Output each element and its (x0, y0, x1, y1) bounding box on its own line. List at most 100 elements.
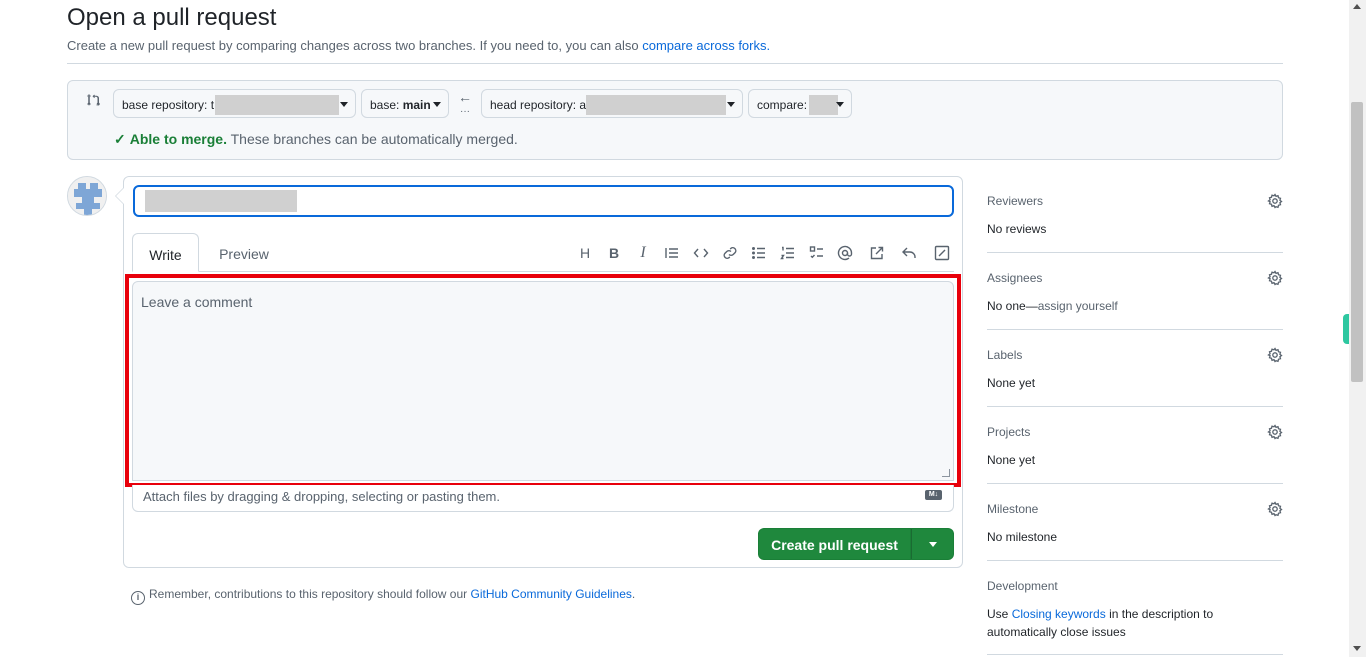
gear-icon[interactable] (1267, 501, 1283, 517)
info-icon: i (131, 591, 145, 605)
heading-button[interactable]: H (575, 243, 595, 263)
reviewers-heading: Reviewers (987, 194, 1044, 208)
base-branch-label: base: (370, 98, 400, 112)
avatar[interactable] (67, 176, 107, 216)
tab-preview[interactable]: Preview (204, 233, 284, 272)
assignees-value: No one—assign yourself (987, 297, 1283, 315)
sidebar-labels[interactable]: Labels None yet (987, 347, 1283, 392)
page-subtitle: Create a new pull request by comparing c… (67, 38, 770, 53)
base-branch-value: main (402, 98, 431, 112)
italic-button[interactable]: I (633, 243, 653, 263)
sidebar-projects[interactable]: Projects None yet (987, 424, 1283, 469)
compare-forks-link[interactable]: compare across forks. (642, 38, 770, 53)
compare-branch-select[interactable]: compare: (748, 89, 852, 118)
comment-editor (132, 281, 954, 481)
bold-icon: B (608, 245, 620, 261)
sidebar-assignees[interactable]: Assignees No one—assign yourself (987, 270, 1283, 315)
milestone-value: No milestone (987, 530, 1058, 544)
create-options-dropdown[interactable] (911, 528, 954, 560)
assignees-none: No one— (987, 299, 1038, 313)
unordered-list-button[interactable] (749, 243, 769, 263)
reviewers-value: No reviews (987, 222, 1047, 236)
development-value: Use Closing keywords in the description … (987, 605, 1227, 641)
attach-files-text: Attach files by dragging & dropping, sel… (143, 489, 500, 504)
caret-down-icon (340, 102, 348, 107)
git-compare-icon (87, 94, 100, 106)
head-repository-select[interactable]: head repository: a (481, 89, 743, 118)
sidebar-divider (987, 560, 1283, 561)
tasklist-icon (809, 246, 823, 259)
redacted-text (586, 95, 726, 115)
quote-button[interactable] (662, 243, 682, 263)
heading-icon: H (579, 245, 591, 261)
caret-down-icon (727, 102, 735, 107)
code-button[interactable] (691, 243, 711, 263)
labels-value: None yet (987, 376, 1036, 390)
reference-button[interactable] (867, 243, 887, 263)
closing-keywords-link[interactable]: Closing keywords (1012, 607, 1106, 621)
title-input[interactable] (133, 185, 954, 217)
assign-yourself-link[interactable]: assign yourself (1038, 299, 1118, 313)
community-guidelines-link[interactable]: GitHub Community Guidelines (471, 587, 632, 601)
base-branch-select[interactable]: base: main (361, 89, 449, 118)
base-repository-label: base repository: t (122, 98, 215, 112)
base-repository-select[interactable]: base repository: t (113, 89, 356, 118)
comment-textarea[interactable] (133, 282, 953, 480)
ordered-list-button[interactable] (778, 243, 798, 263)
quote-icon (665, 248, 678, 258)
gear-icon[interactable] (1267, 424, 1283, 440)
redacted-text (809, 95, 838, 115)
gear-icon[interactable] (1267, 193, 1283, 209)
milestone-heading: Milestone (987, 502, 1039, 516)
vertical-scrollbar[interactable] (1349, 0, 1366, 657)
sidebar-divider (987, 329, 1283, 330)
page-title: Open a pull request (67, 4, 277, 31)
reply-button[interactable] (899, 243, 919, 263)
mention-button[interactable] (835, 243, 855, 263)
sidebar-divider (987, 406, 1283, 407)
compare-branch-label: compare: (757, 98, 808, 112)
caret-down-icon (929, 542, 937, 547)
identicon-icon (68, 177, 106, 215)
projects-heading: Projects (987, 425, 1031, 439)
markdown-icon: M↓ (925, 490, 942, 500)
form-pointer-inner (116, 188, 124, 204)
file-attachment-bar[interactable]: Attach files by dragging & dropping, sel… (132, 485, 954, 512)
assignees-heading: Assignees (987, 271, 1043, 285)
list-unordered-icon (752, 247, 765, 259)
labels-heading: Labels (987, 348, 1023, 362)
gear-icon[interactable] (1267, 347, 1283, 363)
create-pull-request-button[interactable]: Create pull request (758, 528, 911, 560)
redacted-text (145, 190, 297, 212)
reminder-text: Remember, contributions to this reposito… (149, 587, 468, 601)
reply-icon (902, 247, 916, 258)
subtitle-text: Create a new pull request by comparing c… (67, 38, 639, 53)
sidebar-reviewers[interactable]: Reviewers No reviews (987, 193, 1283, 238)
divider (67, 63, 1283, 64)
development-heading: Development (987, 579, 1058, 593)
fullscreen-button[interactable] (932, 243, 952, 263)
scroll-up-icon[interactable] (1353, 4, 1361, 9)
resize-handle[interactable] (942, 469, 950, 477)
sidebar-milestone[interactable]: Milestone No milestone (987, 501, 1283, 546)
list-ordered-icon (780, 246, 794, 260)
scroll-thumb[interactable] (1351, 102, 1363, 382)
sidebar-divider (987, 483, 1283, 484)
merge-status: ✓ Able to merge. These branches can be au… (114, 131, 518, 148)
mention-icon (837, 245, 853, 261)
sidebar-development: Development Use Closing keywords in the … (987, 579, 1283, 641)
edit-fullscreen-icon (934, 245, 950, 261)
sidebar-divider (987, 654, 1283, 655)
link-button[interactable] (720, 243, 740, 263)
merge-status-message: These branches can be automatically merg… (230, 131, 518, 147)
check-icon: ✓ (114, 131, 126, 147)
gear-icon[interactable] (1267, 270, 1283, 286)
reminder-end: . (631, 587, 636, 601)
projects-value: None yet (987, 453, 1036, 467)
task-list-button[interactable] (807, 243, 827, 263)
scroll-down-icon[interactable] (1353, 646, 1361, 651)
contribution-reminder: i Remember, contributions to this reposit… (131, 587, 635, 605)
merge-status-label: Able to merge. (129, 131, 227, 147)
bold-button[interactable]: B (604, 243, 624, 263)
tab-write[interactable]: Write (132, 233, 199, 272)
